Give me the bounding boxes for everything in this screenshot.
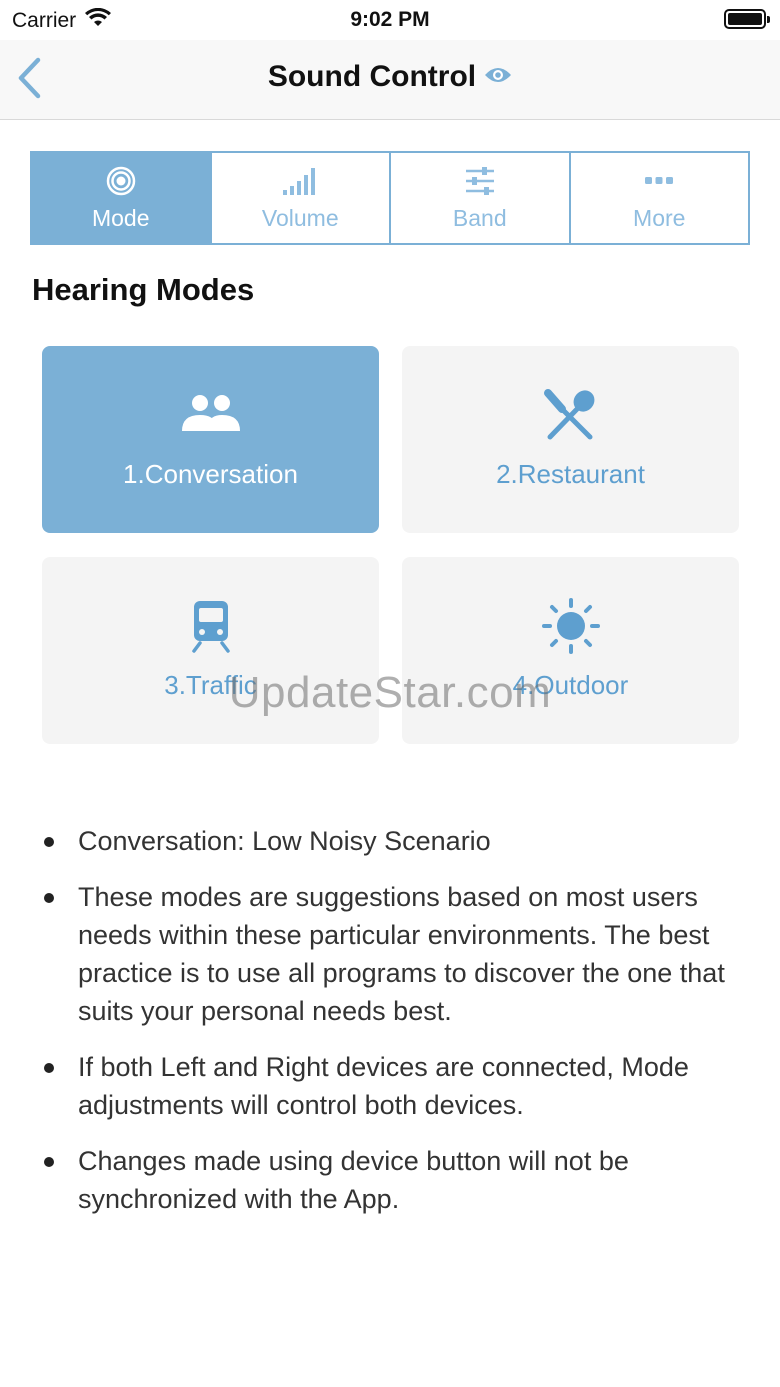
info-list: Conversation: Low Noisy Scenario These m… [40, 822, 730, 1236]
bullet-icon [44, 893, 54, 903]
sliders-icon [464, 165, 496, 197]
mode-card-outdoor[interactable]: 4.Outdoor [402, 557, 739, 744]
list-item: Changes made using device button will no… [40, 1142, 730, 1218]
fork-spoon-icon [543, 389, 598, 441]
target-icon [106, 165, 136, 197]
people-icon [181, 389, 241, 441]
tab-volume-label: Volume [261, 204, 339, 231]
status-bar: Carrier 9:02 PM [0, 0, 780, 40]
train-icon [191, 600, 231, 653]
mode-segmented-control: Mode Volume Band More [30, 151, 750, 245]
list-item: If both Left and Right devices are conne… [40, 1048, 730, 1124]
eye-icon[interactable] [484, 65, 512, 85]
bullet-icon [44, 1157, 54, 1167]
bullet-icon [44, 1063, 54, 1073]
battery-icon [724, 9, 770, 29]
more-dots-icon [643, 165, 675, 197]
tab-more-label: More [633, 204, 686, 231]
tab-band-label: Band [452, 204, 507, 231]
list-item: Conversation: Low Noisy Scenario [40, 822, 730, 860]
mode-label: 3.Traffic [164, 670, 257, 700]
tab-band[interactable]: Band [391, 153, 571, 243]
section-heading: Hearing Modes [32, 272, 255, 307]
list-item: These modes are suggestions based on mos… [40, 878, 730, 1030]
list-item-text: These modes are suggestions based on mos… [78, 882, 725, 1026]
list-item-text: If both Left and Right devices are conne… [78, 1052, 689, 1120]
bullet-icon [44, 837, 54, 847]
tab-more[interactable]: More [570, 153, 748, 243]
page-title: Sound Control [267, 60, 477, 93]
mode-card-traffic[interactable]: 3.Traffic [42, 557, 379, 744]
nav-title-group: Sound Control [0, 60, 780, 94]
status-time: 9:02 PM [350, 8, 430, 31]
sun-icon [541, 598, 601, 654]
mode-label: 1.Conversation [123, 459, 298, 489]
tab-mode[interactable]: Mode [32, 153, 212, 243]
mode-label: 4.Outdoor [512, 670, 629, 700]
list-item-text: Changes made using device button will no… [78, 1146, 629, 1214]
tab-mode-label: Mode [91, 204, 150, 231]
signal-bars-icon [282, 165, 318, 197]
navigation-bar: Sound Control [0, 40, 780, 120]
mode-label: 2.Restaurant [496, 459, 645, 489]
list-item-text: Conversation: Low Noisy Scenario [78, 826, 491, 856]
mode-card-conversation[interactable]: 1.Conversation [42, 346, 379, 533]
mode-card-restaurant[interactable]: 2.Restaurant [402, 346, 739, 533]
tab-volume[interactable]: Volume [211, 153, 391, 243]
